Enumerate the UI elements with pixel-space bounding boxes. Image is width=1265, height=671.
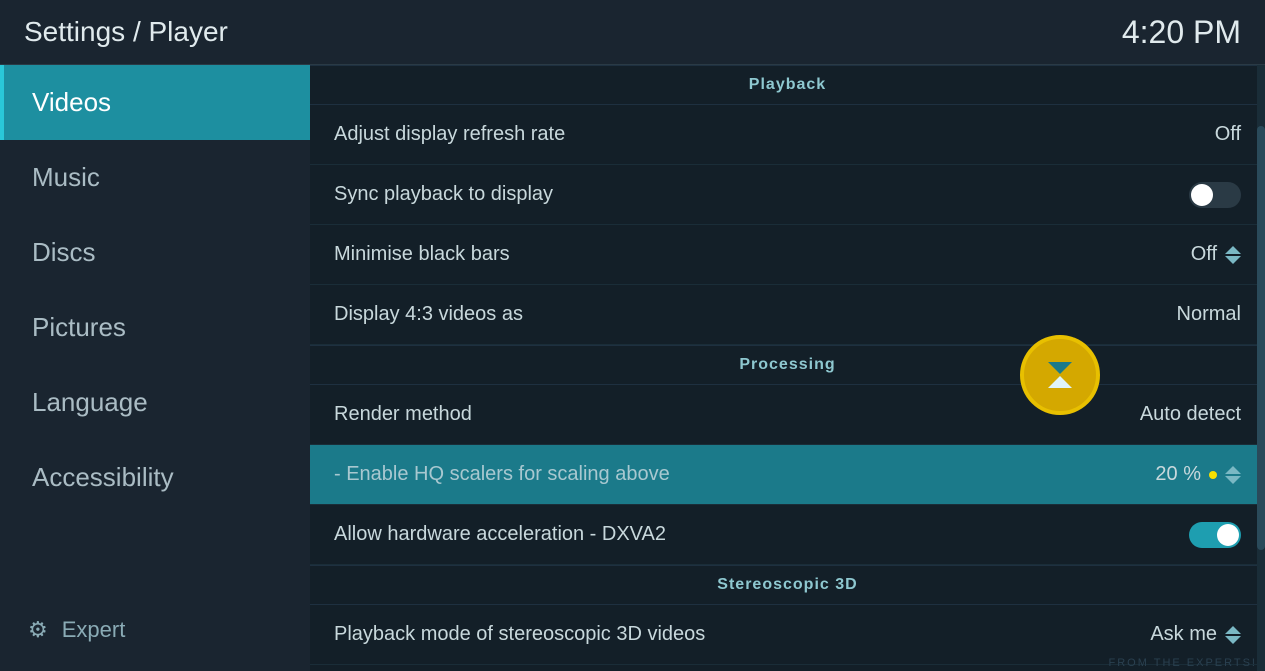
setting-value: Normal — [1177, 303, 1241, 326]
scrollbar-track — [1257, 65, 1265, 671]
setting-label: Allow hardware acceleration - DXVA2 — [334, 523, 666, 546]
setting-value: Ask me — [1150, 623, 1241, 646]
circle-btn-inner — [1048, 362, 1072, 388]
expert-button[interactable]: ⚙ Expert — [0, 599, 310, 661]
setting-value — [1189, 182, 1241, 208]
sidebar-item-pictures[interactable]: Pictures — [0, 290, 310, 365]
setting-hw-acceleration[interactable]: Allow hardware acceleration - DXVA2 — [310, 505, 1265, 565]
setting-stereoscopic-mode[interactable]: Playback mode of stereoscopic 3D videos … — [310, 605, 1265, 665]
setting-value: 20 % — [1155, 463, 1241, 486]
toggle-knob — [1191, 184, 1213, 206]
chevrons-hq-scalers[interactable] — [1225, 466, 1241, 484]
section-stereoscopic-header: Stereoscopic 3D — [310, 565, 1265, 605]
scrollbar-thumb[interactable] — [1257, 126, 1265, 550]
section-processing-header: Processing — [310, 345, 1265, 385]
setting-render-method[interactable]: Render method Auto detect — [310, 385, 1265, 445]
chevron-up-icon — [1225, 626, 1241, 634]
setting-label: Sync playback to display — [334, 183, 553, 206]
circle-nav-button[interactable] — [1020, 335, 1100, 415]
sidebar-item-music[interactable]: Music — [0, 140, 310, 215]
section-playback-header: Playback — [310, 65, 1265, 105]
chevron-up-icon — [1225, 246, 1241, 254]
main-layout: Videos Music Discs Pictures Language Acc… — [0, 65, 1265, 671]
setting-value: Off — [1191, 243, 1241, 266]
setting-label: Adjust display refresh rate — [334, 123, 565, 146]
sidebar-item-accessibility[interactable]: Accessibility — [0, 440, 310, 515]
circle-chevron-down-icon — [1048, 362, 1072, 374]
setting-adjust-display-refresh-rate[interactable]: Adjust display refresh rate Off — [310, 105, 1265, 165]
setting-label: Playback mode of stereoscopic 3D videos — [334, 623, 705, 646]
header: Settings / Player 4:20 PM — [0, 0, 1265, 65]
chevron-up-icon — [1225, 466, 1241, 474]
setting-minimise-black-bars[interactable]: Minimise black bars Off — [310, 225, 1265, 285]
toggle-sync-playback[interactable] — [1189, 182, 1241, 208]
setting-value — [1189, 522, 1241, 548]
sidebar-item-videos[interactable]: Videos — [0, 65, 310, 140]
setting-label: - Enable HQ scalers for scaling above — [334, 463, 670, 486]
page-title: Settings / Player — [24, 16, 228, 48]
gear-icon: ⚙ — [28, 617, 48, 643]
sidebar-nav: Videos Music Discs Pictures Language Acc… — [0, 65, 310, 515]
chevrons-stereoscopic-mode[interactable] — [1225, 626, 1241, 644]
setting-display-43[interactable]: Display 4:3 videos as Normal — [310, 285, 1265, 345]
watermark: FROM THE EXPERTS! — [1108, 657, 1257, 669]
dot-indicator — [1209, 471, 1217, 479]
setting-label: Display 4:3 videos as — [334, 303, 523, 326]
setting-value: Auto detect — [1140, 403, 1241, 426]
toggle-knob — [1217, 524, 1239, 546]
setting-label: Render method — [334, 403, 472, 426]
chevron-down-icon — [1225, 256, 1241, 264]
chevron-down-icon — [1225, 636, 1241, 644]
setting-hq-scalers[interactable]: - Enable HQ scalers for scaling above 20… — [310, 445, 1265, 505]
sidebar-item-discs[interactable]: Discs — [0, 215, 310, 290]
setting-sync-playback[interactable]: Sync playback to display — [310, 165, 1265, 225]
sidebar: Videos Music Discs Pictures Language Acc… — [0, 65, 310, 671]
sidebar-item-language[interactable]: Language — [0, 365, 310, 440]
chevron-down-icon — [1225, 476, 1241, 484]
chevrons-minimise-black-bars[interactable] — [1225, 246, 1241, 264]
setting-label: Minimise black bars — [334, 243, 510, 266]
clock: 4:20 PM — [1122, 14, 1241, 51]
circle-chevron-up-icon — [1048, 376, 1072, 388]
setting-value: Off — [1215, 123, 1241, 146]
toggle-hw-acceleration[interactable] — [1189, 522, 1241, 548]
settings-content: Playback Adjust display refresh rate Off… — [310, 65, 1265, 671]
